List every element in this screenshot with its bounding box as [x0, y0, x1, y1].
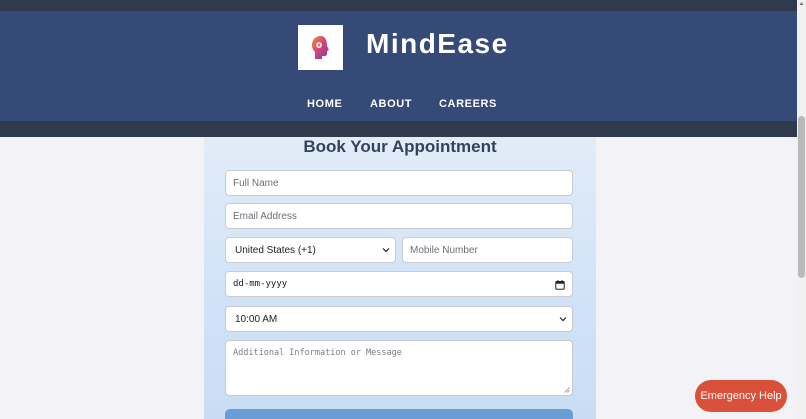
email-input[interactable]: Email Address	[225, 203, 573, 229]
header-bottom-strip	[0, 121, 797, 137]
head-silhouette-icon	[311, 35, 329, 59]
time-selected-value: 10:00 AM	[235, 313, 278, 325]
calendar-icon[interactable]	[555, 280, 565, 290]
mobile-number-input[interactable]: Mobile Number	[402, 237, 573, 263]
chevron-down-icon	[382, 248, 390, 253]
brand-name[interactable]: MindEase	[366, 28, 509, 60]
appointment-form-card: Book Your Appointment Full Name Email Ad…	[204, 137, 596, 419]
full-name-input[interactable]: Full Name	[225, 170, 573, 196]
emergency-help-button[interactable]: Emergency Help	[695, 380, 787, 412]
logo[interactable]	[298, 25, 343, 70]
appointment-date-input[interactable]: dd-mm-yyyy	[225, 271, 573, 297]
mobile-placeholder: Mobile Number	[410, 244, 478, 256]
header-top-strip	[0, 0, 797, 11]
message-textarea[interactable]: Additional Information or Message	[225, 340, 573, 396]
message-placeholder: Additional Information or Message	[233, 348, 402, 358]
site-header: MindEase HOME ABOUT CAREERS	[0, 11, 797, 121]
full-name-placeholder: Full Name	[233, 177, 279, 189]
nav-link-home[interactable]: HOME	[307, 98, 342, 110]
country-selected-value: United States (+1)	[235, 244, 316, 256]
scroll-up-arrow-icon[interactable]	[799, 1, 804, 6]
submit-button[interactable]	[225, 409, 573, 419]
date-placeholder: dd-mm-yyyy	[233, 279, 288, 289]
form-title: Book Your Appointment	[303, 137, 497, 156]
country-code-select[interactable]: United States (+1)	[225, 237, 396, 263]
chevron-down-icon	[559, 317, 567, 322]
scrollbar-thumb[interactable]	[798, 116, 805, 278]
nav-link-about[interactable]: ABOUT	[370, 98, 412, 110]
scrollbar[interactable]	[797, 0, 806, 419]
resize-grip-icon[interactable]	[564, 387, 570, 393]
main-nav: HOME ABOUT CAREERS	[0, 98, 797, 114]
appointment-time-select[interactable]: 10:00 AM	[225, 306, 573, 332]
email-placeholder: Email Address	[233, 210, 297, 222]
nav-link-careers[interactable]: CAREERS	[439, 98, 497, 110]
